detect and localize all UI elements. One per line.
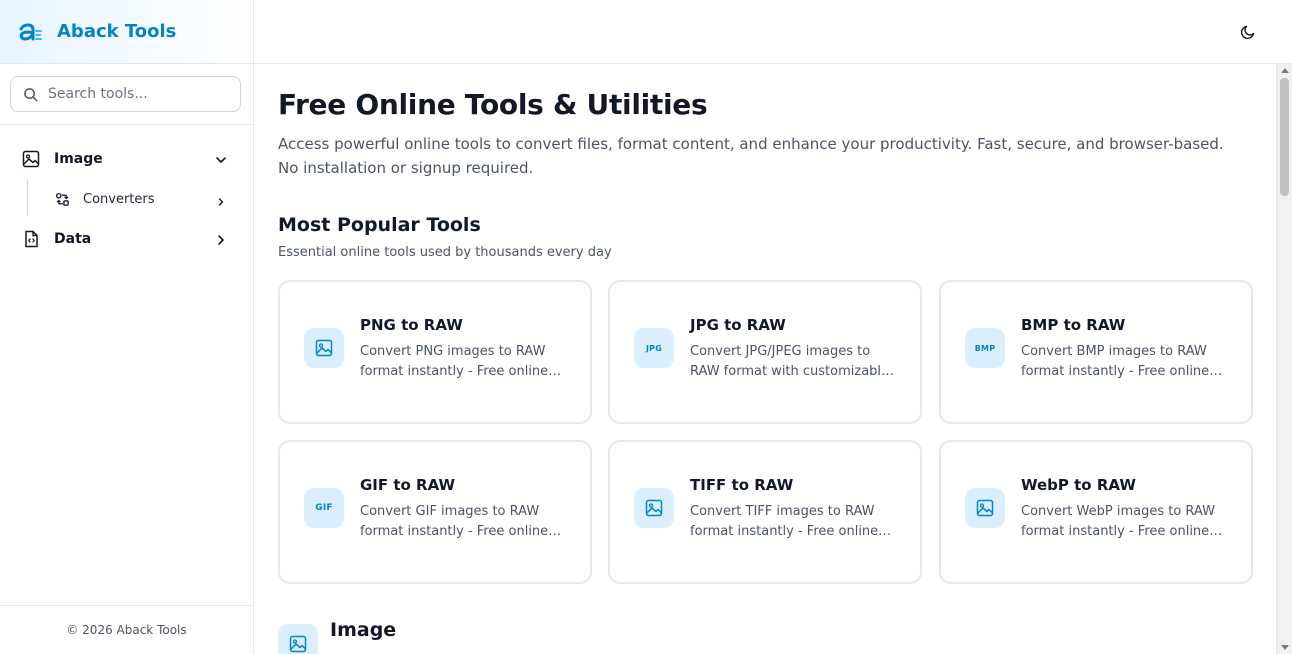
tool-card-title: WebP to RAW [1021,476,1136,494]
sidebar: Aback Tools Image Converters Data [0,0,254,654]
popular-section-subtitle: Essential online tools used by thousands… [278,245,612,260]
tool-card-title: JPG to RAW [690,316,786,334]
tool-card-description: Convert WebP images to RAW format instan… [1021,504,1215,539]
chevron-right-icon[interactable] [215,193,227,212]
chevron-down-icon[interactable] [214,152,228,171]
main-content: Free Online Tools & Utilities Access pow… [254,64,1276,654]
moon-icon [1240,24,1256,40]
tool-card-tiff-to-raw[interactable]: TIFF to RAW Convert TIFF images to RAW f… [608,440,922,584]
sidebar-divider [0,124,253,125]
scrollbar-thumb[interactable] [1280,78,1289,196]
scroll-up-arrow-icon[interactable] [1281,68,1289,73]
tool-card-jpg-to-raw[interactable]: JPG JPG to RAW Convert JPG/JPEG images t… [608,280,922,424]
image-icon [965,488,1005,528]
tool-card-title: TIFF to RAW [690,476,794,494]
tool-card-webp-to-raw[interactable]: WebP to RAW Convert WebP images to RAW f… [939,440,1253,584]
gif-icon: GIF [304,488,344,528]
sidebar-item-label: Converters [83,191,155,207]
page-title: Free Online Tools & Utilities [278,88,708,121]
image-icon [278,624,318,654]
page-description: Access powerful online tools to convert … [278,135,1224,177]
tool-card-gif-to-raw[interactable]: GIF GIF to RAW Convert GIF images to RAW… [278,440,592,584]
data-file-icon [22,230,40,248]
image-icon [22,150,40,168]
sidebar-item-label: Data [54,231,92,247]
popular-section-title: Most Popular Tools [278,214,481,236]
image-icon [304,328,344,368]
brand-header[interactable]: Aback Tools [0,0,253,64]
search-icon [23,87,38,102]
sidebar-item-data[interactable]: Data [22,224,234,254]
category-section-title: Image [330,619,397,641]
sidebar-item-label: Image [54,151,103,167]
chevron-right-icon[interactable] [214,232,228,251]
tool-card-description: Convert PNG images to RAW format instant… [360,344,549,379]
brand-name: Aback Tools [57,21,177,42]
bmp-file-icon: BMP [965,328,1005,368]
sidebar-footer: © 2026 Aback Tools [0,605,253,654]
theme-toggle-button[interactable] [1238,22,1258,42]
tool-card-description: Convert JPG/JPEG images to RAW format wi… [690,344,890,379]
search-input[interactable] [48,86,228,102]
search-box[interactable] [10,76,241,112]
main-scrollbar[interactable] [1276,64,1292,654]
sidebar-item-image[interactable]: Image [22,144,234,174]
tool-card-title: GIF to RAW [360,476,456,494]
tool-card-title: PNG to RAW [360,316,463,334]
tool-card-title: BMP to RAW [1021,316,1126,334]
sidebar-item-converters[interactable]: Converters [55,186,235,212]
converters-icon [55,192,70,207]
submenu-guide-line [27,180,28,216]
image-icon [634,488,674,528]
tool-card-png-to-raw[interactable]: PNG to RAW Convert PNG images to RAW for… [278,280,592,424]
jpg-file-icon: JPG [634,328,674,368]
tool-card-description: Convert GIF images to RAW format instant… [360,504,549,539]
aback-logo-icon [17,19,43,45]
top-bar [254,0,1292,64]
tool-card-bmp-to-raw[interactable]: BMP BMP to RAW Convert BMP images to RAW… [939,280,1253,424]
scroll-down-arrow-icon[interactable] [1281,645,1289,650]
tool-card-description: Convert TIFF images to RAW format instan… [690,504,879,539]
tool-card-description: Convert BMP images to RAW format instant… [1021,344,1210,379]
